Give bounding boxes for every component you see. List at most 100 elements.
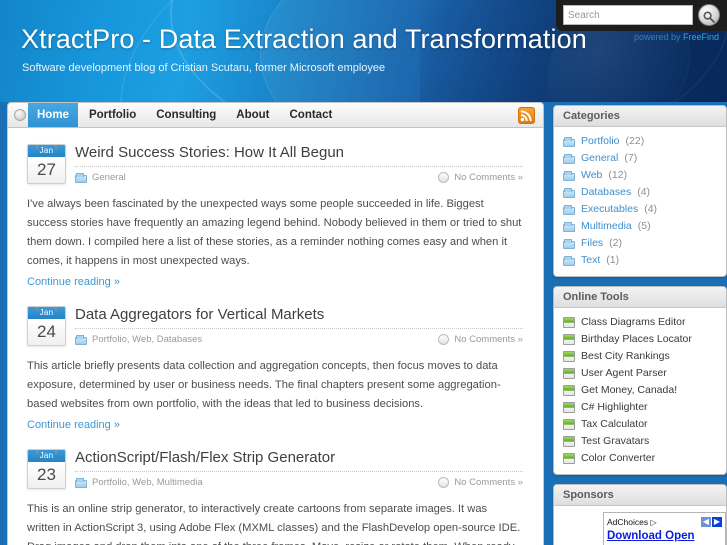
folder-icon [563, 204, 575, 215]
category-label: Portfolio [581, 135, 620, 147]
calendar-icon: Jan 27 [27, 144, 66, 184]
folder-icon [75, 172, 87, 183]
tool-item-user-agent-parser[interactable]: User Agent Parser [554, 365, 726, 382]
adchoices-label[interactable]: AdChoices ▷ [607, 517, 657, 527]
continue-reading-link[interactable]: Continue reading » [27, 419, 120, 431]
nav-item-home[interactable]: Home [28, 103, 78, 127]
category-label: Files [581, 237, 604, 249]
category-item-text[interactable]: Text (1) [554, 252, 726, 269]
tool-item-color-converter[interactable]: Color Converter [554, 450, 726, 467]
category-label: Databases [581, 186, 632, 198]
category-count: (4) [644, 203, 658, 215]
window-icon [563, 385, 575, 396]
window-icon [563, 317, 575, 328]
category-item-general[interactable]: General (7) [554, 150, 726, 167]
search-input[interactable] [563, 5, 693, 25]
category-item-files[interactable]: Files (2) [554, 235, 726, 252]
ad-headline-link[interactable]: Download Open Source ETL [607, 529, 722, 545]
online-tools-list: Class Diagrams Editor Birthday Places Lo… [554, 308, 726, 474]
post-item: Jan 27 Weird Success Stories: How It All… [8, 128, 543, 290]
post-body: I've always been fascinated by the unexp… [27, 198, 522, 267]
post-title[interactable]: Data Aggregators for Vertical Markets [75, 304, 523, 324]
tool-item-best-city-rankings[interactable]: Best City Rankings [554, 348, 726, 365]
rss-icon[interactable] [518, 107, 535, 124]
calendar-day: 23 [28, 462, 65, 488]
folder-icon [563, 170, 575, 181]
window-icon [563, 334, 575, 345]
category-count: (5) [637, 220, 651, 232]
category-item-multimedia[interactable]: Multimedia (5) [554, 218, 726, 235]
window-icon [563, 402, 575, 413]
ad-prev-button[interactable]: ◀ [701, 516, 711, 527]
tool-item-birthday-places-locator[interactable]: Birthday Places Locator [554, 331, 726, 348]
powered-by-label: powered by FreeFind [634, 32, 719, 42]
post-body: This is an online strip generator, to in… [27, 503, 521, 545]
category-item-web[interactable]: Web (12) [554, 167, 726, 184]
categories-list: Portfolio (22) General (7) Web (12) Data… [554, 127, 726, 276]
post-header: Jan 27 Weird Success Stories: How It All… [27, 142, 523, 186]
page-root: XtractPro - Data Extraction and Transfor… [0, 0, 727, 545]
tool-item-csharp-highlighter[interactable]: C# Highlighter [554, 399, 726, 416]
comment-icon [438, 334, 450, 345]
nav-item-consulting[interactable]: Consulting [147, 104, 225, 126]
nav-item-contact[interactable]: Contact [281, 104, 342, 126]
tool-label: Birthday Places Locator [581, 333, 692, 345]
nav-item-about[interactable]: About [227, 104, 278, 126]
post-header: Jan 24 Data Aggregators for Vertical Mar… [27, 304, 523, 348]
folder-icon [75, 334, 87, 345]
folder-icon [563, 238, 575, 249]
panel-sponsors: Sponsors AdChoices ▷ ◀ ▶ Download Open S… [553, 484, 727, 545]
post-meta: General No Comments » [75, 166, 523, 183]
category-count: (2) [609, 237, 623, 249]
folder-icon [75, 477, 87, 488]
tool-item-test-gravatars[interactable]: Test Gravatars [554, 433, 726, 450]
tool-item-get-money-canada[interactable]: Get Money, Canada! [554, 382, 726, 399]
adchoices-text: AdChoices [607, 516, 649, 527]
folder-icon [563, 136, 575, 147]
post-comments-link[interactable]: No Comments » [454, 477, 523, 488]
post-comments-link[interactable]: No Comments » [454, 172, 523, 183]
powered-by-prefix: powered by [633, 32, 683, 42]
window-icon [563, 419, 575, 430]
window-icon [563, 436, 575, 447]
continue-reading-link[interactable]: Continue reading » [27, 276, 120, 288]
site-header: XtractPro - Data Extraction and Transfor… [0, 0, 727, 102]
panel-categories: Categories Portfolio (22) General (7) We… [553, 105, 727, 277]
post-meta: Portfolio, Web, Databases No Comments » [75, 328, 523, 345]
tool-label: Best City Rankings [581, 350, 670, 362]
tool-item-tax-calculator[interactable]: Tax Calculator [554, 416, 726, 433]
calendar-month: Jan [28, 307, 65, 319]
window-icon [563, 351, 575, 362]
search-icon[interactable] [698, 4, 720, 26]
category-item-portfolio[interactable]: Portfolio (22) [554, 133, 726, 150]
folder-icon [563, 221, 575, 232]
site-title: XtractPro - Data Extraction and Transfor… [21, 24, 587, 54]
post-title[interactable]: Weird Success Stories: How It All Begun [75, 142, 523, 162]
post-meta: Portfolio, Web, Multimedia No Comments » [75, 471, 523, 488]
folder-icon [563, 187, 575, 198]
category-label: Multimedia [581, 220, 632, 232]
main-navigation: Home Portfolio Consulting About Contact [7, 102, 544, 128]
nav-item-portfolio[interactable]: Portfolio [80, 104, 145, 126]
ad-next-button[interactable]: ▶ [712, 516, 722, 527]
category-label: General [581, 152, 619, 164]
post-comments-link[interactable]: No Comments » [454, 334, 523, 345]
post-categories[interactable]: General [92, 172, 126, 183]
category-count: (22) [625, 135, 645, 147]
calendar-day: 27 [28, 157, 65, 183]
panel-title-sponsors: Sponsors [554, 485, 726, 506]
category-count: (7) [624, 152, 638, 164]
post-title[interactable]: ActionScript/Flash/Flex Strip Generator [75, 447, 523, 467]
category-item-executables[interactable]: Executables (4) [554, 201, 726, 218]
tool-label: Tax Calculator [581, 418, 648, 430]
calendar-day: 24 [28, 319, 65, 345]
calendar-month: Jan [28, 145, 65, 157]
category-count: (12) [608, 169, 628, 181]
tool-item-class-diagrams-editor[interactable]: Class Diagrams Editor [554, 314, 726, 331]
category-item-databases[interactable]: Databases (4) [554, 184, 726, 201]
folder-icon [563, 153, 575, 164]
tool-label: User Agent Parser [581, 367, 667, 379]
calendar-month: Jan [28, 450, 65, 462]
post-categories[interactable]: Portfolio, Web, Multimedia [92, 477, 203, 488]
post-categories[interactable]: Portfolio, Web, Databases [92, 334, 202, 345]
